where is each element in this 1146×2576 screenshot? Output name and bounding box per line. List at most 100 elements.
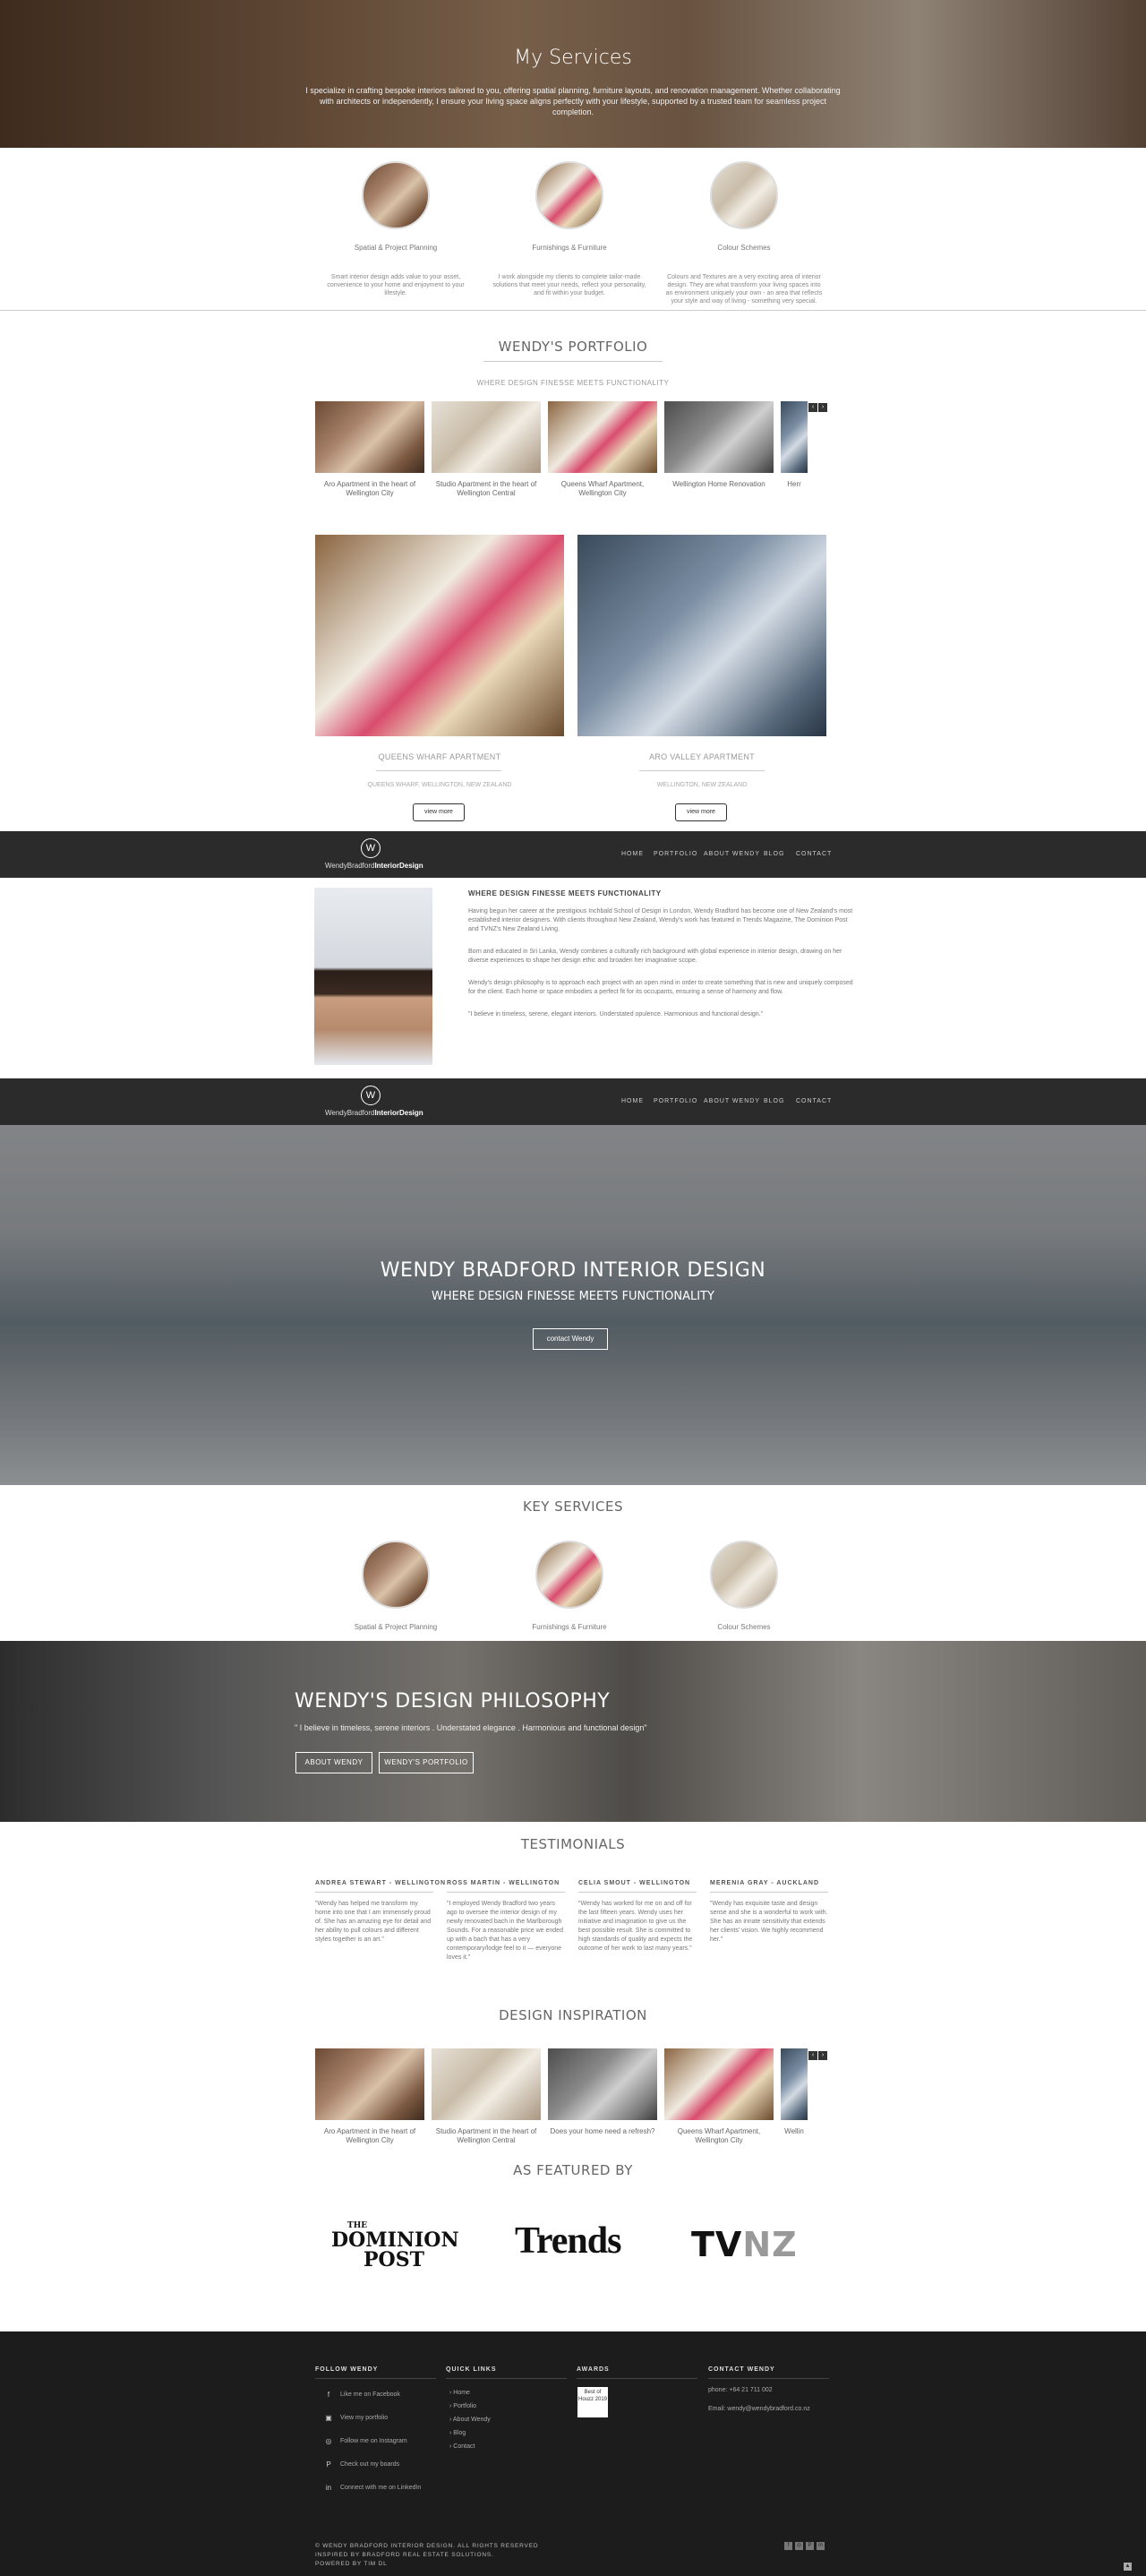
- footer-link-home[interactable]: › Home: [449, 2390, 470, 2396]
- logo-mark[interactable]: W: [361, 1086, 381, 1105]
- footer-link-about[interactable]: › About Wendy: [449, 2417, 491, 2423]
- testimonials-title: TESTIMONIALS: [520, 1836, 626, 1852]
- portfolio-thumb[interactable]: [432, 401, 541, 473]
- service-image-furnishings[interactable]: [535, 161, 603, 229]
- inspiration-thumb-caption[interactable]: Queens Wharf Apartment, Wellington City: [664, 2127, 774, 2145]
- inspiration-thumb[interactable]: [315, 2048, 424, 2120]
- footer-rule: [315, 2378, 436, 2379]
- tvnz-logo-tv: TV: [691, 2225, 743, 2264]
- project-rule: [376, 770, 501, 771]
- service-image-colour[interactable]: [710, 161, 778, 229]
- footer-phone[interactable]: phone: +64 21 711 002: [708, 2387, 773, 2393]
- portfolio-thumb-caption[interactable]: Studio Apartment in the heart of Welling…: [432, 480, 541, 498]
- inspiration-thumb-caption[interactable]: Wellin: [781, 2127, 808, 2136]
- footer-awards-title: AWARDS: [577, 2366, 610, 2373]
- project-image-queens-wharf[interactable]: [315, 535, 564, 736]
- inspiration-carousel: Aro Apartment in the heart of Wellington…: [315, 2048, 817, 2147]
- footer-rule: [446, 2378, 567, 2379]
- footer-link-home-label: Home: [453, 2390, 470, 2396]
- footer-follow-item[interactable]: Check out my boards: [340, 2461, 399, 2468]
- portfolio-thumb[interactable]: [548, 401, 657, 473]
- key-service-label[interactable]: Furnishings & Furniture: [489, 1623, 650, 1631]
- facebook-icon[interactable]: f: [784, 2542, 792, 2550]
- inspiration-thumb-caption[interactable]: Aro Apartment in the heart of Wellington…: [315, 2127, 424, 2145]
- logo-mark[interactable]: W: [361, 838, 381, 858]
- key-service-image-spatial[interactable]: [362, 1541, 430, 1609]
- footer-link-contact[interactable]: › Contact: [449, 2443, 475, 2450]
- nav-home[interactable]: HOME: [621, 851, 644, 857]
- nav-home[interactable]: HOME: [621, 1098, 644, 1104]
- key-service-label[interactable]: Spatial & Project Planning: [315, 1623, 476, 1631]
- scroll-top-icon[interactable]: ▲: [1124, 2563, 1132, 2571]
- footer-inspired[interactable]: INSPIRED BY BRADFORD REAL ESTATE SOLUTIO…: [315, 2552, 494, 2558]
- nav-about[interactable]: ABOUT WENDY: [704, 1098, 760, 1104]
- nav-contact[interactable]: CONTACT: [796, 851, 832, 857]
- about-wendy-button[interactable]: ABOUT WENDY: [295, 1752, 372, 1773]
- carousel-prev-icon[interactable]: ‹: [808, 403, 817, 412]
- service-label-colour[interactable]: Colour Schemes: [663, 244, 825, 252]
- inspiration-thumb[interactable]: [432, 2048, 541, 2120]
- project-image-aro-valley[interactable]: [577, 535, 826, 736]
- project-location: QUEENS WHARF, WELLINGTON, NEW ZEALAND: [367, 782, 512, 788]
- portfolio-thumb-caption[interactable]: Wellington Home Renovation: [664, 480, 774, 489]
- portfolio-thumb[interactable]: [781, 401, 808, 473]
- logo-text-light: WendyBradford: [325, 1109, 375, 1117]
- footer-email[interactable]: Email: wendy@wendybradford.co.nz: [708, 2406, 810, 2412]
- footer-link-contact-label: Contact: [453, 2443, 475, 2450]
- linkedin-icon[interactable]: in: [324, 2484, 333, 2493]
- carousel-next-icon[interactable]: ›: [818, 2051, 827, 2060]
- logo-text[interactable]: WendyBradfordInteriorDesign: [325, 1109, 423, 1117]
- footer-follow-title: FOLLOW WENDY: [315, 2366, 379, 2373]
- key-service-label[interactable]: Colour Schemes: [663, 1623, 825, 1631]
- view-more-button[interactable]: view more: [413, 803, 465, 821]
- sticky-nav: W WendyBradfordInteriorDesign HOME PORTF…: [0, 1078, 1146, 1125]
- key-service-image-furnishings[interactable]: [535, 1541, 603, 1609]
- instagram-icon[interactable]: ◎: [795, 2542, 803, 2550]
- footer-follow-item[interactable]: Connect with me on LinkedIn: [340, 2485, 421, 2491]
- portfolio-thumb[interactable]: [664, 401, 774, 473]
- nav-portfolio[interactable]: PORTFOLIO: [654, 1098, 697, 1104]
- portfolio-thumb[interactable]: [315, 401, 424, 473]
- project-title[interactable]: ARO VALLEY APARTMENT: [577, 752, 826, 761]
- portfolio-icon[interactable]: ▣: [324, 2414, 333, 2423]
- footer-follow-item[interactable]: Follow me on Instagram: [340, 2438, 407, 2444]
- portfolio-thumb-caption[interactable]: Aro Apartment in the heart of Wellington…: [315, 480, 424, 498]
- pinterest-icon[interactable]: P: [806, 2542, 814, 2550]
- inspiration-thumb[interactable]: [548, 2048, 657, 2120]
- contact-wendy-button[interactable]: contact Wendy: [533, 1328, 608, 1350]
- portfolio-thumb-caption[interactable]: Herr: [781, 480, 808, 489]
- inspiration-thumb[interactable]: [664, 2048, 774, 2120]
- footer-follow-item[interactable]: View my portfolio: [340, 2415, 388, 2421]
- footer-link-blog[interactable]: › Blog: [449, 2430, 466, 2436]
- service-image-spatial[interactable]: [362, 161, 430, 229]
- service-label-spatial[interactable]: Spatial & Project Planning: [315, 244, 476, 252]
- portfolio-thumb-caption[interactable]: Queens Wharf Apartment, Wellington City: [548, 480, 657, 498]
- inspiration-thumb-caption[interactable]: Does your home need a refresh?: [548, 2127, 657, 2136]
- wendys-portfolio-button[interactable]: WENDY'S PORTFOLIO: [379, 1752, 474, 1773]
- facebook-icon[interactable]: f: [324, 2391, 333, 2400]
- footer-powered[interactable]: POWERED BY TIM DL: [315, 2561, 388, 2567]
- view-more-button[interactable]: view more: [675, 803, 727, 821]
- nav-portfolio[interactable]: PORTFOLIO: [654, 851, 697, 857]
- project-title[interactable]: QUEENS WHARF APARTMENT: [315, 752, 564, 761]
- footer-follow-item[interactable]: Like me on Facebook: [340, 2391, 400, 2398]
- nav-blog[interactable]: BLOG: [764, 851, 784, 857]
- about-heading: WHERE DESIGN FINESSE MEETS FUNCTIONALITY: [468, 889, 662, 897]
- carousel-prev-icon[interactable]: ‹: [808, 2051, 817, 2060]
- services-list: Spatial & Project Planning Furnishings &…: [0, 148, 1146, 313]
- pinterest-icon[interactable]: P: [324, 2460, 333, 2469]
- nav-blog[interactable]: BLOG: [764, 1098, 784, 1104]
- nav-contact[interactable]: CONTACT: [796, 1098, 832, 1104]
- footer-link-portfolio[interactable]: › Portfolio: [449, 2403, 476, 2409]
- service-label-furnishings[interactable]: Furnishings & Furniture: [489, 244, 650, 252]
- carousel-next-icon[interactable]: ›: [818, 403, 827, 412]
- inspiration-thumb[interactable]: [781, 2048, 808, 2120]
- houzz-award-badge[interactable]: Best of Houzz 2019: [577, 2387, 608, 2417]
- nav-about[interactable]: ABOUT WENDY: [704, 851, 760, 857]
- linkedin-icon[interactable]: in: [817, 2542, 825, 2550]
- logo-text[interactable]: WendyBradfordInteriorDesign: [325, 862, 423, 870]
- key-service-image-colour[interactable]: [710, 1541, 778, 1609]
- inspiration-thumb-caption[interactable]: Studio Apartment in the heart of Welling…: [432, 2127, 541, 2145]
- instagram-icon[interactable]: ◎: [324, 2437, 333, 2446]
- service-desc-spatial: Smart interior design adds value to your…: [327, 274, 465, 296]
